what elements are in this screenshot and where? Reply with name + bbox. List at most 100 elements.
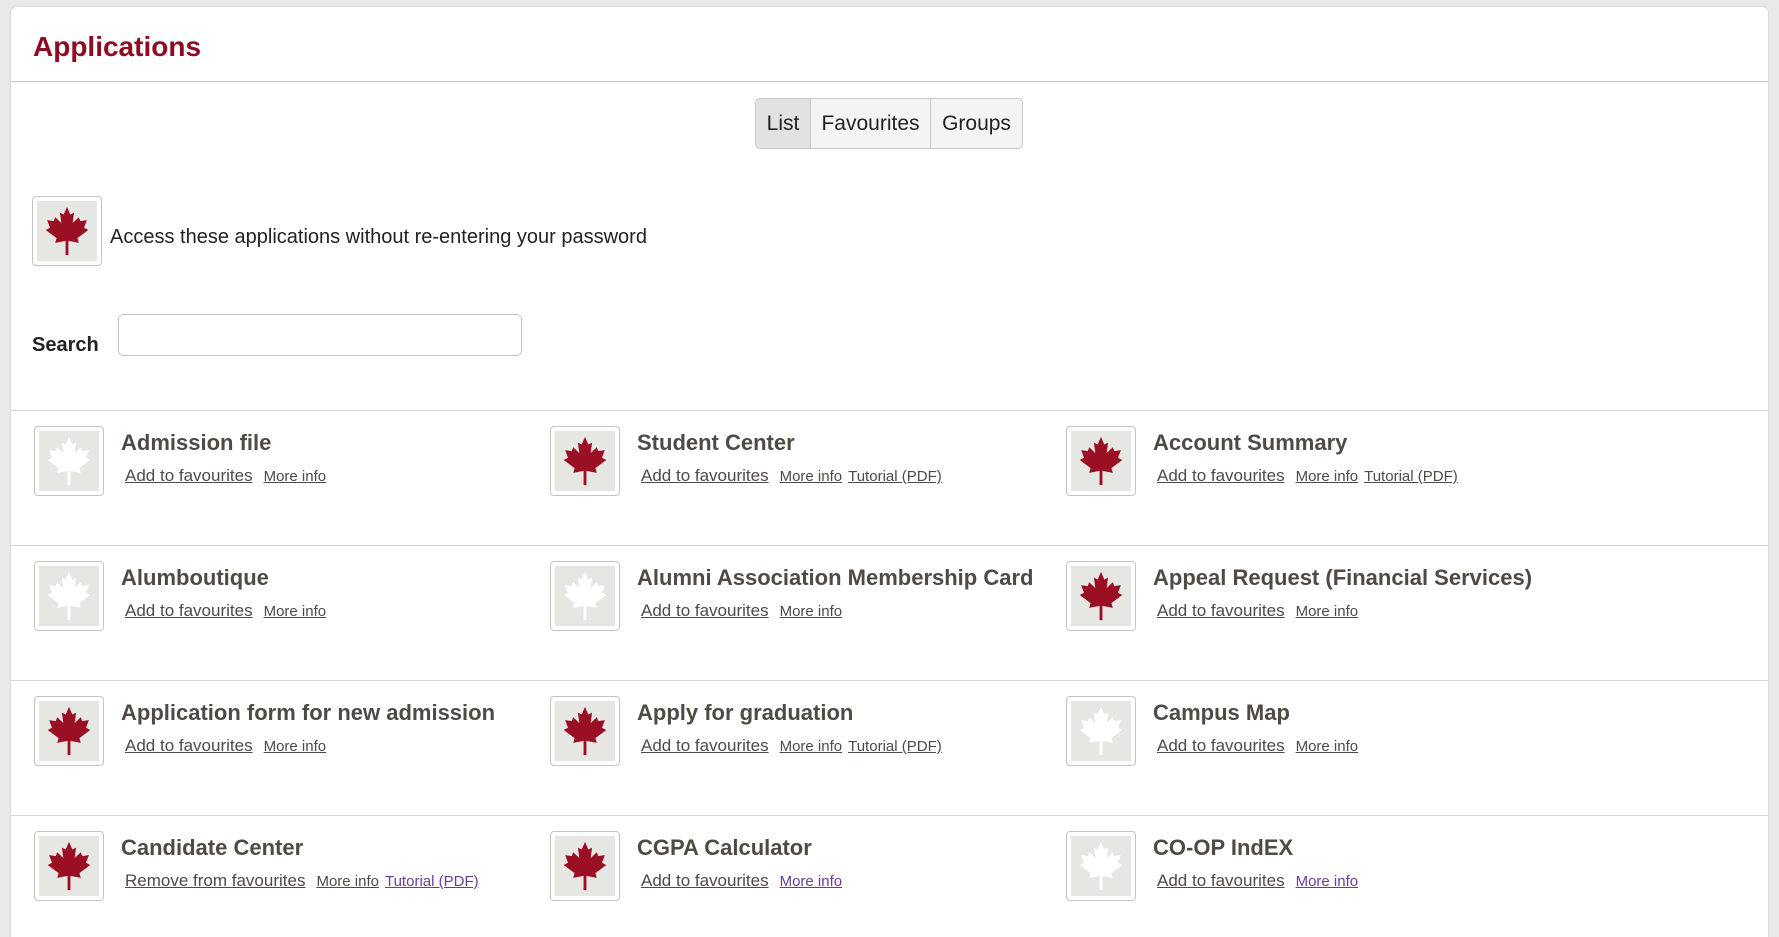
maple-leaf-icon (563, 841, 607, 891)
more-info-link[interactable]: More info (264, 468, 327, 485)
maple-leaf-icon (1079, 436, 1123, 486)
app-links: Add to favourites More info (125, 736, 332, 756)
app-item: Student Center Add to favourites More info… (533, 411, 1113, 545)
app-item: Application form for new admission Add to… (17, 681, 597, 815)
app-name[interactable]: Campus Map (1153, 700, 1290, 726)
app-name[interactable]: CGPA Calculator (637, 835, 812, 861)
tutorial-pdf-link[interactable]: Tutorial (PDF) (848, 468, 942, 485)
app-item: Apply for graduation Add to favourites Mor… (533, 681, 1113, 815)
app-item: Candidate Center Remove from favourites Mo… (17, 816, 597, 937)
maple-leaf-icon (563, 706, 607, 756)
maple-leaf-icon (47, 571, 91, 621)
app-links: Add to favourites More info Tutorial (PDF) (641, 736, 948, 756)
app-name[interactable]: Candidate Center (121, 835, 303, 861)
tab-groups[interactable]: Groups (931, 99, 1022, 148)
app-icon-button[interactable] (550, 426, 620, 496)
tab-favourites[interactable]: Favourites (811, 99, 931, 148)
more-info-link[interactable]: More info (1296, 873, 1359, 890)
app-item: CO-OP IndEX Add to favourites More info (1049, 816, 1629, 937)
maple-leaf-icon (1079, 571, 1123, 621)
app-name[interactable]: Student Center (637, 430, 795, 456)
add-favourite-link[interactable]: Add to favourites (125, 601, 253, 620)
add-favourite-link[interactable]: Add to favourites (641, 466, 769, 485)
app-icon-button[interactable] (34, 696, 104, 766)
app-links: Add to favourites More info (1157, 736, 1364, 756)
tab-list[interactable]: List (756, 99, 811, 148)
panel-header: Applications (11, 7, 1768, 82)
app-icon-button[interactable] (1066, 561, 1136, 631)
more-info-link[interactable]: More info (780, 738, 843, 755)
app-icon-button[interactable] (1066, 696, 1136, 766)
maple-leaf-icon (1079, 706, 1123, 756)
app-icon-button[interactable] (550, 696, 620, 766)
page-title: Applications (33, 31, 202, 62)
remove-favourite-link[interactable]: Remove from favourites (125, 871, 305, 890)
sso-logo (32, 196, 102, 266)
more-info-link[interactable]: More info (780, 468, 843, 485)
tutorial-pdf-link[interactable]: Tutorial (PDF) (848, 738, 942, 755)
maple-leaf-icon (45, 206, 89, 256)
applications-panel: Applications List Favourites Groups Acce… (11, 7, 1768, 937)
app-item: Account Summary Add to favourites More inf… (1049, 411, 1629, 545)
add-favourite-link[interactable]: Add to favourites (641, 871, 769, 890)
app-item: Admission file Add to favourites More info (17, 411, 597, 545)
app-row: Candidate Center Remove from favourites Mo… (11, 815, 1768, 937)
maple-leaf-icon (47, 706, 91, 756)
tutorial-pdf-link[interactable]: Tutorial (PDF) (1364, 468, 1458, 485)
app-icon-button[interactable] (34, 426, 104, 496)
view-tabs: List Favourites Groups (755, 98, 1023, 149)
add-favourite-link[interactable]: Add to favourites (641, 601, 769, 620)
maple-leaf-icon (1079, 841, 1123, 891)
maple-leaf-icon (563, 436, 607, 486)
app-item: Alumni Association Membership Card Add to… (533, 546, 1113, 680)
more-info-link[interactable]: More info (264, 738, 327, 755)
app-icon-button[interactable] (34, 561, 104, 631)
search-input[interactable] (118, 314, 522, 356)
app-links: Add to favourites More info (641, 871, 848, 891)
app-links: Remove from favourites More info Tutorial … (125, 871, 485, 891)
search-label: Search (32, 334, 99, 356)
app-name[interactable]: Alumni Association Membership Card (637, 565, 1033, 591)
app-icon-button[interactable] (1066, 426, 1136, 496)
sso-note: Access these applications without re-ent… (110, 226, 647, 248)
app-name[interactable]: Apply for graduation (637, 700, 853, 726)
app-name[interactable]: CO-OP IndEX (1153, 835, 1293, 861)
app-row: Alumboutique Add to favourites More info Al… (11, 545, 1768, 680)
app-links: Add to favourites More info Tutorial (PDF) (1157, 466, 1464, 486)
app-name[interactable]: Account Summary (1153, 430, 1347, 456)
tutorial-pdf-link[interactable]: Tutorial (PDF) (385, 873, 479, 890)
add-favourite-link[interactable]: Add to favourites (125, 736, 253, 755)
maple-leaf-icon (47, 436, 91, 486)
add-favourite-link[interactable]: Add to favourites (1157, 601, 1285, 620)
more-info-link[interactable]: More info (264, 603, 327, 620)
app-icon-button[interactable] (34, 831, 104, 901)
add-favourite-link[interactable]: Add to favourites (125, 466, 253, 485)
app-row: Application form for new admission Add to… (11, 680, 1768, 815)
app-name[interactable]: Appeal Request (Financial Services) (1153, 565, 1532, 591)
more-info-link[interactable]: More info (1296, 468, 1359, 485)
add-favourite-link[interactable]: Add to favourites (641, 736, 769, 755)
app-links: Add to favourites More info (641, 601, 848, 621)
app-links: Add to favourites More info (125, 601, 332, 621)
app-name[interactable]: Application form for new admission (121, 700, 495, 726)
add-favourite-link[interactable]: Add to favourites (1157, 466, 1285, 485)
add-favourite-link[interactable]: Add to favourites (1157, 736, 1285, 755)
maple-leaf-icon (47, 841, 91, 891)
more-info-link[interactable]: More info (1296, 603, 1359, 620)
app-name[interactable]: Alumboutique (121, 565, 269, 591)
app-links: Add to favourites More info Tutorial (PDF) (641, 466, 948, 486)
app-name[interactable]: Admission file (121, 430, 271, 456)
app-links: Add to favourites More info (1157, 601, 1364, 621)
app-item: Appeal Request (Financial Services) Add t… (1049, 546, 1629, 680)
app-icon-button[interactable] (550, 561, 620, 631)
more-info-link[interactable]: More info (1296, 738, 1359, 755)
more-info-link[interactable]: More info (780, 603, 843, 620)
app-links: Add to favourites More info (125, 466, 332, 486)
maple-leaf-icon (563, 571, 607, 621)
app-icon-button[interactable] (1066, 831, 1136, 901)
more-info-link[interactable]: More info (316, 873, 379, 890)
more-info-link[interactable]: More info (780, 873, 843, 890)
add-favourite-link[interactable]: Add to favourites (1157, 871, 1285, 890)
app-icon-button[interactable] (550, 831, 620, 901)
app-item: Alumboutique Add to favourites More info (17, 546, 597, 680)
